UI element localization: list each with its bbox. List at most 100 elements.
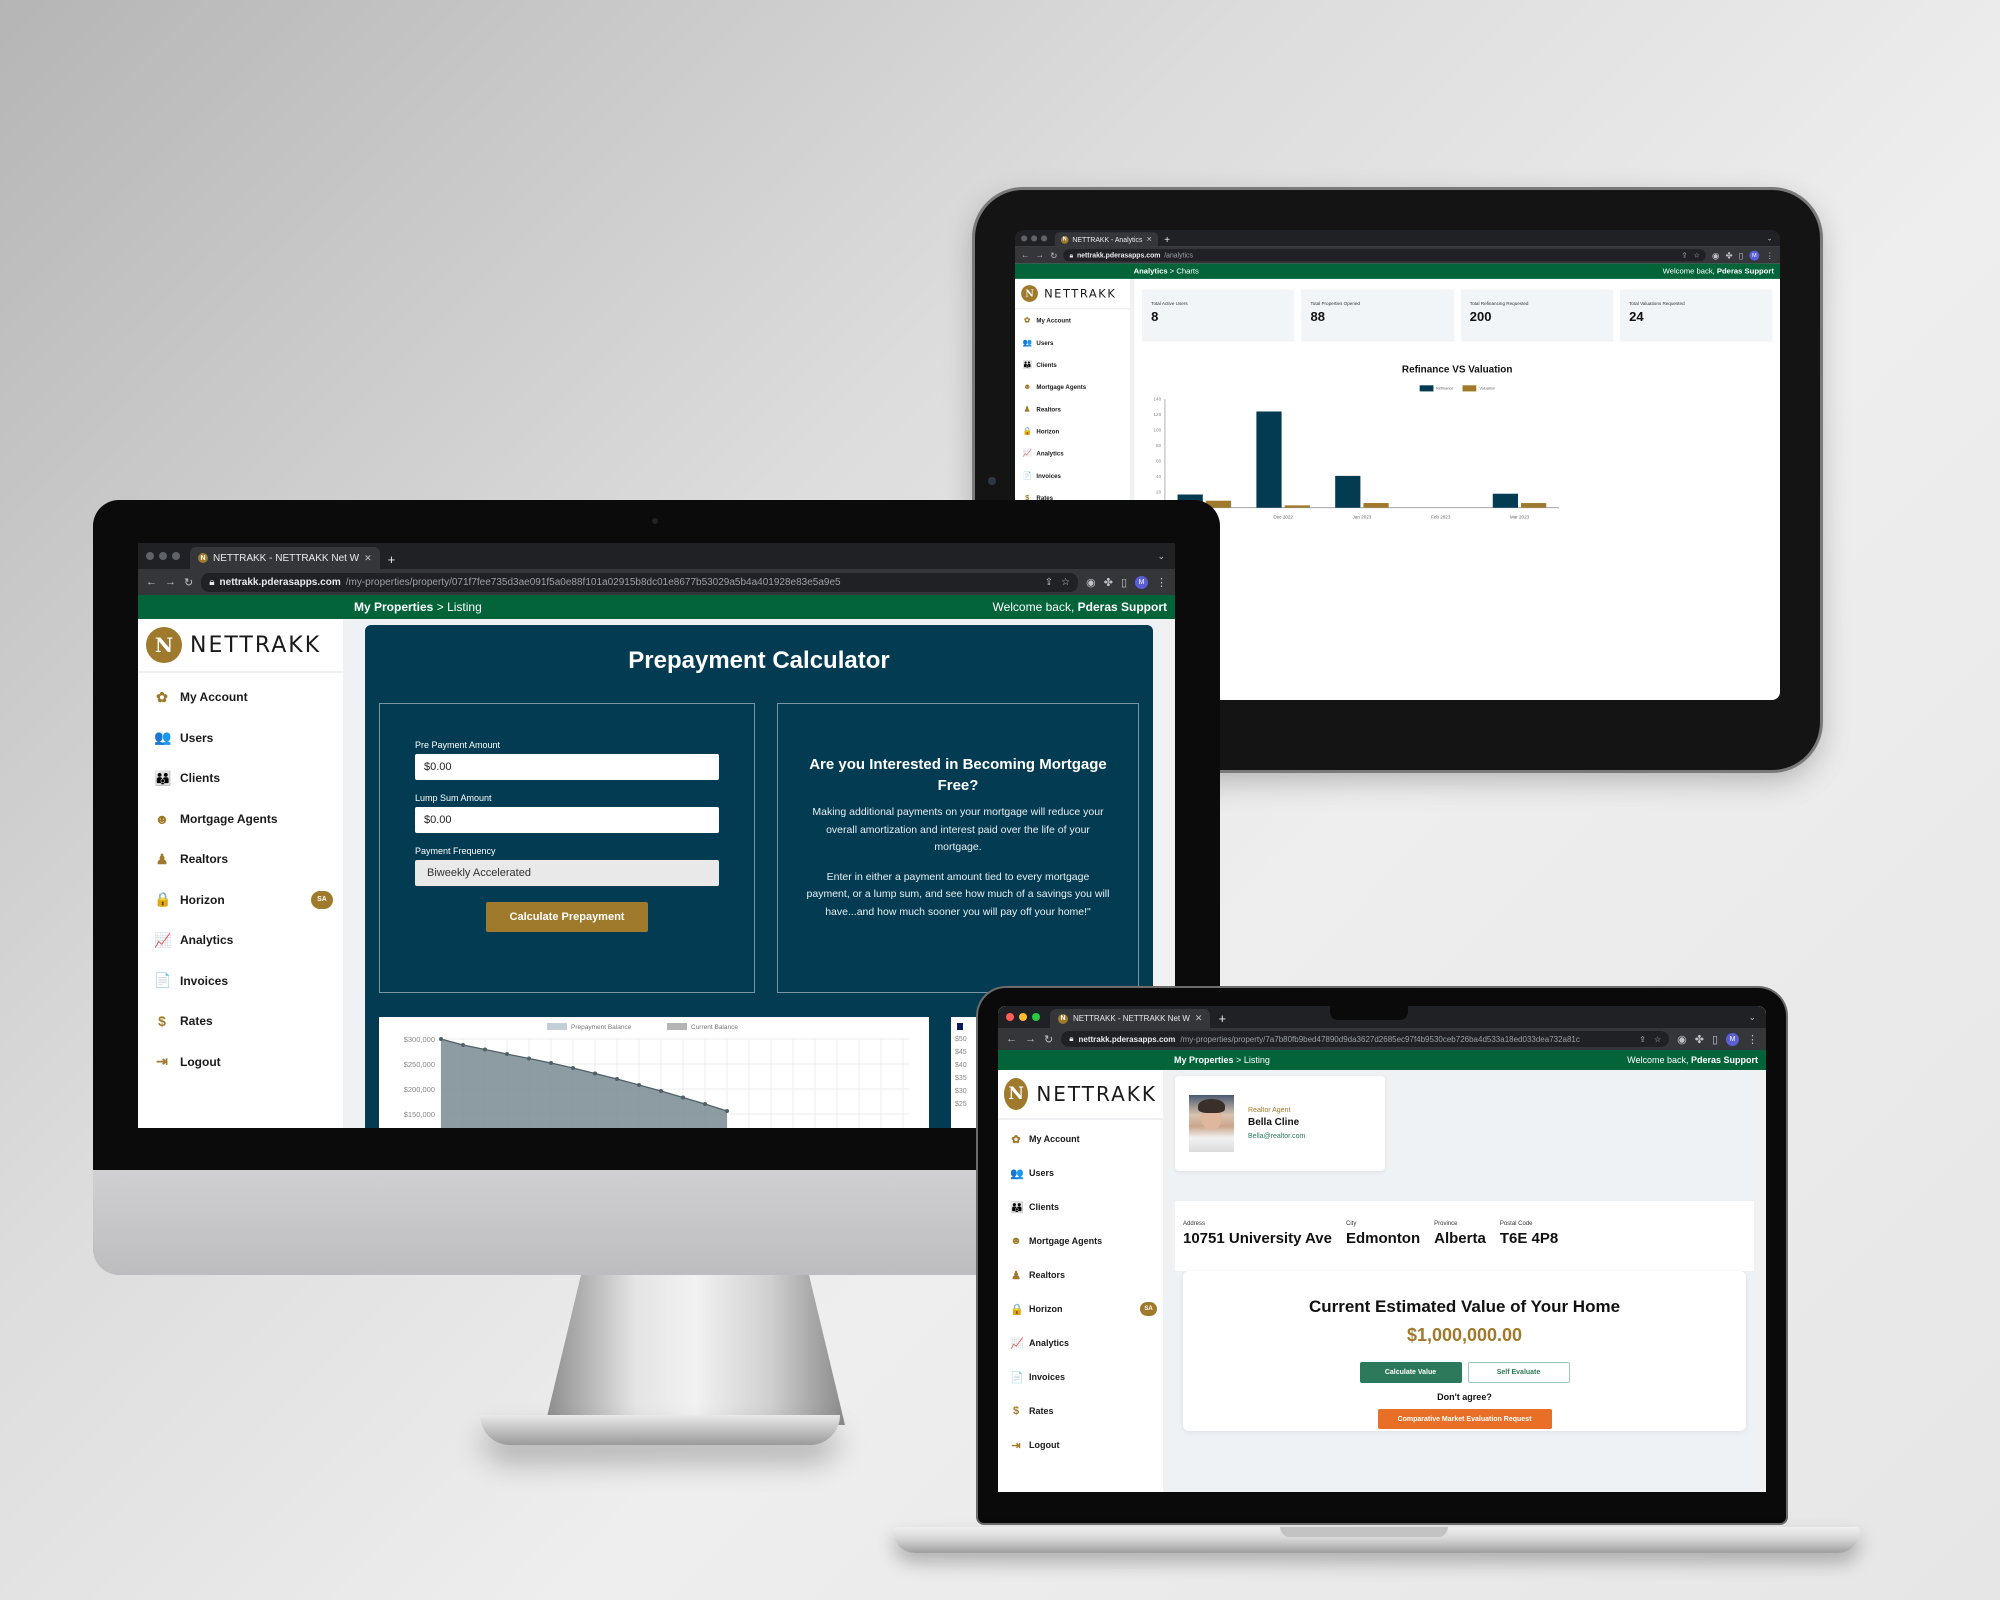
new-tab-button[interactable]: +	[388, 552, 396, 567]
forward-icon[interactable]: →	[165, 576, 176, 588]
cma-request-button[interactable]: Comparative Market Evaluation Request	[1377, 1409, 1552, 1429]
extension-icon[interactable]: ◉	[1677, 1033, 1687, 1046]
sidebar-item-rates[interactable]: $ Rates	[998, 1394, 1163, 1428]
sidebar-item-clients[interactable]: 👪 Clients	[998, 1190, 1163, 1224]
calculate-prepayment-button[interactable]: Calculate Prepayment	[486, 902, 648, 932]
sidebar-item-analytics[interactable]: 📈 Analytics	[138, 920, 343, 961]
bookmark-star-icon[interactable]: ☆	[1694, 251, 1700, 259]
sidebar-item-analytics[interactable]: 📈 Analytics	[1015, 443, 1130, 465]
forward-icon[interactable]: →	[1025, 1033, 1036, 1045]
share-icon[interactable]: ⇪	[1045, 577, 1053, 588]
logo[interactable]: N NETTRAKK	[138, 619, 343, 673]
reload-icon[interactable]: ↻	[1050, 250, 1057, 260]
sidebar-item-invoices[interactable]: 📄 Invoices	[1015, 465, 1130, 487]
extension-icon[interactable]: ◉	[1712, 250, 1719, 260]
bookmark-star-icon[interactable]: ☆	[1654, 1035, 1661, 1044]
sidepanel-icon[interactable]: ▯	[1121, 576, 1127, 589]
bookmark-star-icon[interactable]: ☆	[1061, 577, 1070, 588]
page-scrollbar[interactable]	[1758, 1070, 1766, 1492]
sidebar-item-horizon[interactable]: 🔒 Horizon	[1015, 420, 1130, 442]
extension-icon[interactable]: ◉	[1086, 576, 1096, 589]
url-input[interactable]: 🔒︎ nettrakk.pderasapps.com/my-properties…	[201, 572, 1079, 592]
new-tab-button[interactable]: +	[1218, 1011, 1226, 1026]
maximize-window-button[interactable]	[172, 552, 180, 560]
sidebar-item-logout[interactable]: ⇥ Logout	[138, 1042, 343, 1083]
close-tab-icon[interactable]: ✕	[364, 553, 372, 564]
minimize-window-button[interactable]	[1031, 235, 1038, 242]
minimize-window-button[interactable]	[1019, 1013, 1027, 1021]
maximize-window-button[interactable]	[1032, 1013, 1040, 1021]
share-icon[interactable]: ⇪	[1682, 251, 1688, 259]
breadcrumb-section[interactable]: Analytics	[1134, 267, 1168, 275]
url-input[interactable]: 🔒︎ nettrakk.pderasapps.com/my-properties…	[1061, 1031, 1670, 1047]
sidebar-item-invoices[interactable]: 📄 Invoices	[138, 961, 343, 1002]
calculate-value-button[interactable]: Calculate Value	[1359, 1362, 1462, 1383]
sidebar-item-mortgage-agents[interactable]: ☻ Mortgage Agents	[1015, 376, 1130, 398]
sidebar-item-analytics[interactable]: 📈 Analytics	[998, 1326, 1163, 1360]
legend-item-refinance[interactable]: Refinance	[1419, 385, 1453, 392]
close-tab-icon[interactable]: ✕	[1195, 1013, 1203, 1024]
sidebar-item-invoices[interactable]: 📄 Invoices	[998, 1360, 1163, 1394]
sidebar-item-logout[interactable]: ⇥ Logout	[998, 1428, 1163, 1462]
lump-sum-amount-input[interactable]: $0.00	[415, 807, 719, 833]
maximize-window-button[interactable]	[1041, 235, 1048, 242]
browser-tab[interactable]: N NETTRAKK - Analytics ✕	[1054, 232, 1159, 247]
logo[interactable]: N NETTRAKK	[1015, 278, 1130, 310]
sidebar-item-realtors[interactable]: ♟ Realtors	[138, 839, 343, 880]
profile-avatar[interactable]: M	[1135, 575, 1148, 589]
prepayment-amount-input[interactable]: $0.00	[415, 754, 719, 780]
tab-search-chevron-icon[interactable]: ⌄	[1157, 551, 1175, 562]
legend-item-valuation[interactable]: Valuation	[1462, 385, 1495, 392]
profile-avatar[interactable]: M	[1749, 250, 1760, 261]
sidepanel-icon[interactable]: ▯	[1739, 250, 1744, 260]
menu-kebab-icon[interactable]: ⋮	[1747, 1033, 1758, 1046]
sidebar-item-users[interactable]: 👥 Users	[998, 1156, 1163, 1190]
sidebar-item-clients[interactable]: 👪 Clients	[138, 758, 343, 799]
sidebar-item-mortgage-agents[interactable]: ☻ Mortgage Agents	[998, 1224, 1163, 1258]
sidebar-item-mortgage-agents[interactable]: ☻ Mortgage Agents	[138, 799, 343, 840]
menu-kebab-icon[interactable]: ⋮	[1765, 250, 1773, 260]
back-icon[interactable]: ←	[146, 576, 157, 588]
back-icon[interactable]: ←	[1021, 251, 1029, 260]
breadcrumb-section[interactable]: My Properties	[354, 600, 433, 614]
close-window-button[interactable]	[1021, 235, 1028, 242]
sidebar-item-my-account[interactable]: ✿ My Account	[138, 677, 343, 718]
logo-mark-icon: N	[1021, 285, 1038, 302]
reload-icon[interactable]: ↻	[184, 576, 193, 589]
sidebar-item-my-account[interactable]: ✿ My Account	[998, 1122, 1163, 1156]
browser-tab[interactable]: N NETTRAKK - NETTRAKK Net W ✕	[1050, 1009, 1211, 1028]
self-evaluate-button[interactable]: Self Evaluate	[1467, 1362, 1570, 1383]
profile-avatar[interactable]: M	[1726, 1032, 1739, 1046]
payment-frequency-select[interactable]: Biweekly Accelerated	[415, 860, 719, 886]
sidebar-item-my-account[interactable]: ✿ My Account	[1015, 310, 1130, 332]
sidebar-item-users[interactable]: 👥 Users	[1015, 332, 1130, 354]
sidebar-item-horizon[interactable]: 🔒 Horizon SA	[138, 880, 343, 921]
sidebar-item-horizon[interactable]: 🔒 Horizon SA	[998, 1292, 1163, 1326]
sidebar-item-realtors[interactable]: ♟ Realtors	[998, 1258, 1163, 1292]
forward-icon[interactable]: →	[1036, 251, 1044, 260]
tab-search-chevron-icon[interactable]: ⌄	[1767, 234, 1780, 242]
tab-search-chevron-icon[interactable]: ⌄	[1748, 1012, 1766, 1023]
sidebar-item-users[interactable]: 👥 Users	[138, 718, 343, 759]
close-window-button[interactable]	[1006, 1013, 1014, 1021]
sidebar-item-rates[interactable]: $ Rates	[138, 1001, 343, 1042]
agent-email-link[interactable]: Bella@realtor.com	[1248, 1133, 1305, 1140]
back-icon[interactable]: ←	[1006, 1033, 1017, 1045]
puzzle-icon[interactable]: ✤	[1725, 250, 1732, 260]
menu-kebab-icon[interactable]: ⋮	[1156, 576, 1167, 589]
close-tab-icon[interactable]: ✕	[1146, 235, 1152, 243]
minimize-window-button[interactable]	[159, 552, 167, 560]
puzzle-icon[interactable]: ✤	[1695, 1033, 1704, 1046]
close-window-button[interactable]	[146, 552, 154, 560]
sidepanel-icon[interactable]: ▯	[1712, 1033, 1718, 1046]
browser-tab[interactable]: N NETTRAKK - NETTRAKK Net W ✕	[190, 547, 380, 569]
url-input[interactable]: 🔒︎ nettrakk.pderasapps.com/analytics ⇪ ☆	[1063, 249, 1706, 262]
sidebar-item-realtors[interactable]: ♟ Realtors	[1015, 398, 1130, 420]
puzzle-icon[interactable]: ✤	[1104, 576, 1113, 589]
reload-icon[interactable]: ↻	[1044, 1033, 1053, 1046]
sidebar-item-clients[interactable]: 👪 Clients	[1015, 354, 1130, 376]
share-icon[interactable]: ⇪	[1639, 1035, 1646, 1044]
new-tab-button[interactable]: +	[1164, 234, 1170, 245]
logo[interactable]: N NETTRAKK	[998, 1070, 1163, 1120]
breadcrumb-section[interactable]: My Properties	[1174, 1055, 1234, 1065]
